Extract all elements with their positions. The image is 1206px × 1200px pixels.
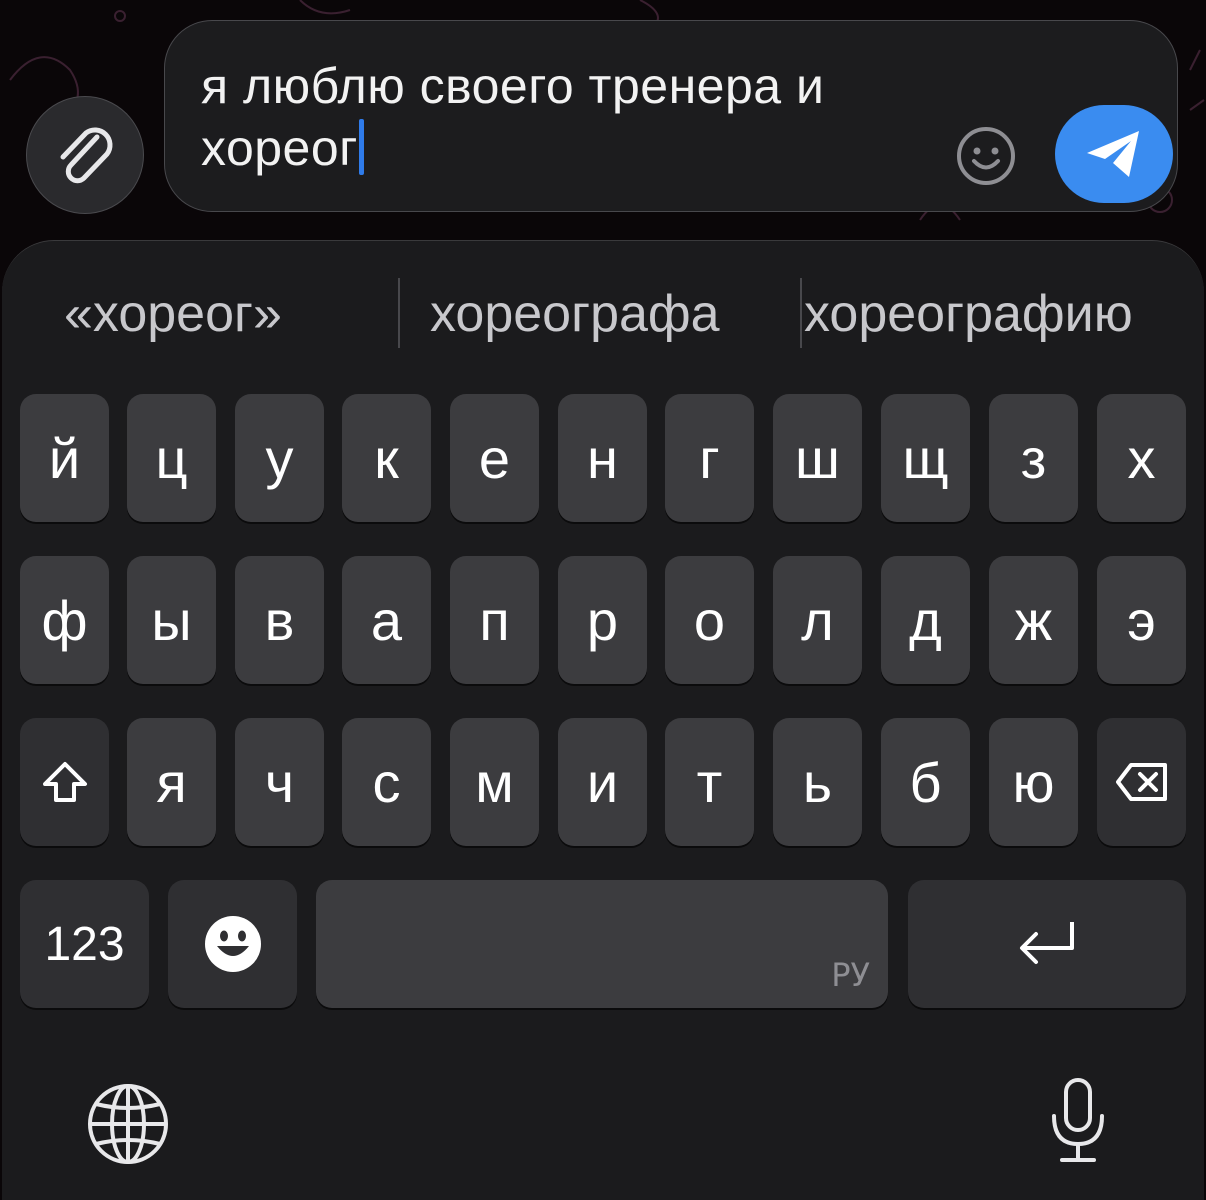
emoji-key[interactable]: [168, 880, 297, 1008]
key-я[interactable]: я: [127, 718, 216, 846]
key-э[interactable]: э: [1097, 556, 1186, 684]
key-а[interactable]: а: [342, 556, 431, 684]
backspace-key[interactable]: [1097, 718, 1186, 846]
send-button[interactable]: [1055, 105, 1173, 203]
microphone-icon[interactable]: [1048, 1076, 1108, 1166]
paper-plane-icon: [1087, 131, 1139, 177]
attach-button[interactable]: [26, 96, 144, 214]
message-input[interactable]: я люблю своего тренера и хореог: [164, 20, 1178, 212]
message-text: я люблю своего тренера и хореог: [201, 58, 825, 176]
key-ю[interactable]: ю: [989, 718, 1078, 846]
key-ш[interactable]: ш: [773, 394, 862, 522]
key-у[interactable]: у: [235, 394, 324, 522]
key-ы[interactable]: ы: [127, 556, 216, 684]
key-ч[interactable]: ч: [235, 718, 324, 846]
key-к[interactable]: к: [342, 394, 431, 522]
key-ф[interactable]: ф: [20, 556, 109, 684]
key-в[interactable]: в: [235, 556, 324, 684]
key-г[interactable]: г: [665, 394, 754, 522]
numbers-key[interactable]: 123: [20, 880, 149, 1008]
shift-arrow-icon: [42, 762, 87, 802]
shift-key[interactable]: [20, 718, 109, 846]
key-р[interactable]: р: [558, 556, 647, 684]
smiley-icon[interactable]: [955, 125, 1017, 187]
key-ц[interactable]: ц: [127, 394, 216, 522]
key-б[interactable]: б: [881, 718, 970, 846]
suggestion-2[interactable]: хореографию: [804, 264, 1133, 364]
key-о[interactable]: о: [665, 556, 754, 684]
key-с[interactable]: с: [342, 718, 431, 846]
backspace-icon: [1115, 763, 1167, 801]
key-ь[interactable]: ь: [773, 718, 862, 846]
message-input-field[interactable]: я люблю своего тренера и хореог: [201, 55, 941, 179]
space-key[interactable]: РУ: [316, 880, 888, 1008]
key-и[interactable]: и: [558, 718, 647, 846]
text-caret: [358, 119, 364, 175]
key-х[interactable]: х: [1097, 394, 1186, 522]
suggestion-divider: [800, 278, 802, 348]
key-з[interactable]: з: [989, 394, 1078, 522]
suggestion-divider: [398, 278, 400, 348]
key-ж[interactable]: ж: [989, 556, 1078, 684]
suggestion-literal[interactable]: «хореог»: [64, 264, 282, 364]
key-й[interactable]: й: [20, 394, 109, 522]
key-щ[interactable]: щ: [881, 394, 970, 522]
key-е[interactable]: е: [450, 394, 539, 522]
return-arrow-icon: [1020, 922, 1074, 964]
key-п[interactable]: п: [450, 556, 539, 684]
key-м[interactable]: м: [450, 718, 539, 846]
key-т[interactable]: т: [665, 718, 754, 846]
paperclip-icon: [60, 127, 113, 184]
key-л[interactable]: л: [773, 556, 862, 684]
key-д[interactable]: д: [881, 556, 970, 684]
return-key[interactable]: [908, 880, 1186, 1008]
key-н[interactable]: н: [558, 394, 647, 522]
suggestion-1[interactable]: хореографа: [430, 264, 720, 364]
emoji-face-icon: [204, 916, 261, 972]
globe-icon[interactable]: [86, 1082, 170, 1166]
language-label: РУ: [831, 956, 870, 994]
